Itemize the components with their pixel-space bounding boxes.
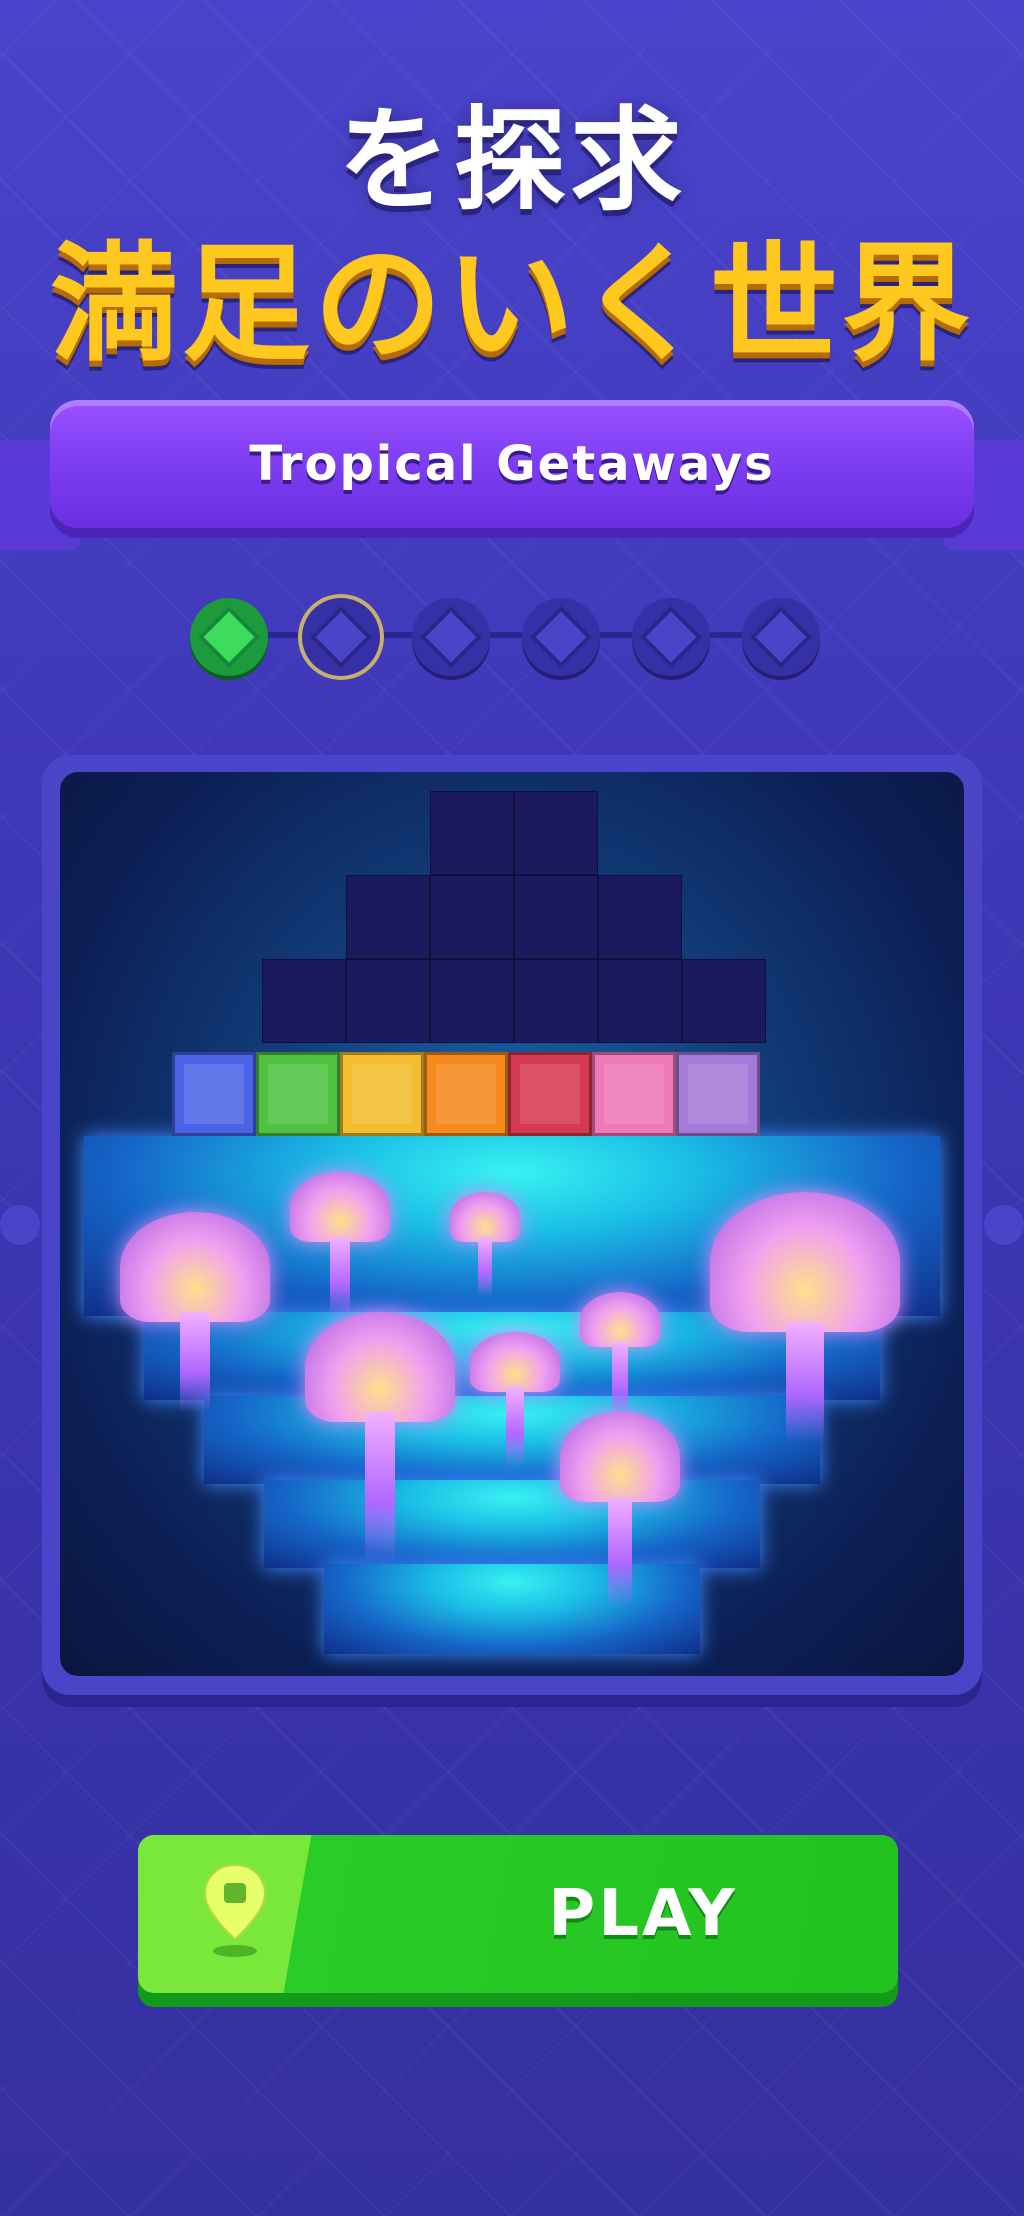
- level-banner: Tropical Getaways: [50, 400, 974, 528]
- jellyfish-illustration: [560, 1412, 680, 1612]
- block-tile[interactable]: [676, 1052, 760, 1136]
- block-tile[interactable]: [340, 1052, 424, 1136]
- empty-grid-cell: [430, 959, 514, 1043]
- play-button-label: PLAY: [548, 1877, 738, 1951]
- gem-icon: [742, 598, 820, 676]
- map-pin-icon: [200, 1861, 270, 1961]
- empty-grid-cell: [262, 959, 346, 1043]
- empty-grid-cell: [598, 959, 682, 1043]
- frame-notch-left: [0, 1205, 40, 1245]
- empty-grid-cell: [514, 791, 598, 875]
- jellyfish-illustration: [450, 1192, 520, 1302]
- play-button[interactable]: PLAY: [138, 1835, 898, 1993]
- empty-grid-cell: [682, 959, 766, 1043]
- jellyfish-illustration: [305, 1312, 455, 1562]
- empty-grid-cell: [598, 875, 682, 959]
- headline-line2: 満足のいく世界: [49, 230, 974, 379]
- empty-grid-cell: [346, 959, 430, 1043]
- puzzle-board: [60, 772, 964, 1676]
- gem-icon: [190, 598, 268, 676]
- empty-grid-cell: [514, 875, 598, 959]
- block-tile[interactable]: [256, 1052, 340, 1136]
- level-banner-title: Tropical Getaways: [249, 436, 775, 492]
- jellyfish-illustration: [710, 1192, 900, 1452]
- level-progress: [190, 590, 840, 680]
- empty-grid-cell: [430, 875, 514, 959]
- block-tile[interactable]: [592, 1052, 676, 1136]
- jellyfish-illustration: [120, 1212, 270, 1412]
- gem-icon: [632, 598, 710, 676]
- jellyfish-illustration: [580, 1292, 660, 1422]
- block-tile[interactable]: [508, 1052, 592, 1136]
- empty-grid-cell: [430, 791, 514, 875]
- block-tile[interactable]: [424, 1052, 508, 1136]
- block-tile[interactable]: [172, 1052, 256, 1136]
- frame-notch-right: [984, 1205, 1024, 1245]
- empty-grid-cell: [346, 875, 430, 959]
- gem-icon: [412, 598, 490, 676]
- gem-icon: [302, 598, 380, 676]
- jellyfish-illustration: [290, 1172, 390, 1322]
- gem-icon: [522, 598, 600, 676]
- empty-grid-cell: [514, 959, 598, 1043]
- jellyfish-illustration: [470, 1332, 560, 1472]
